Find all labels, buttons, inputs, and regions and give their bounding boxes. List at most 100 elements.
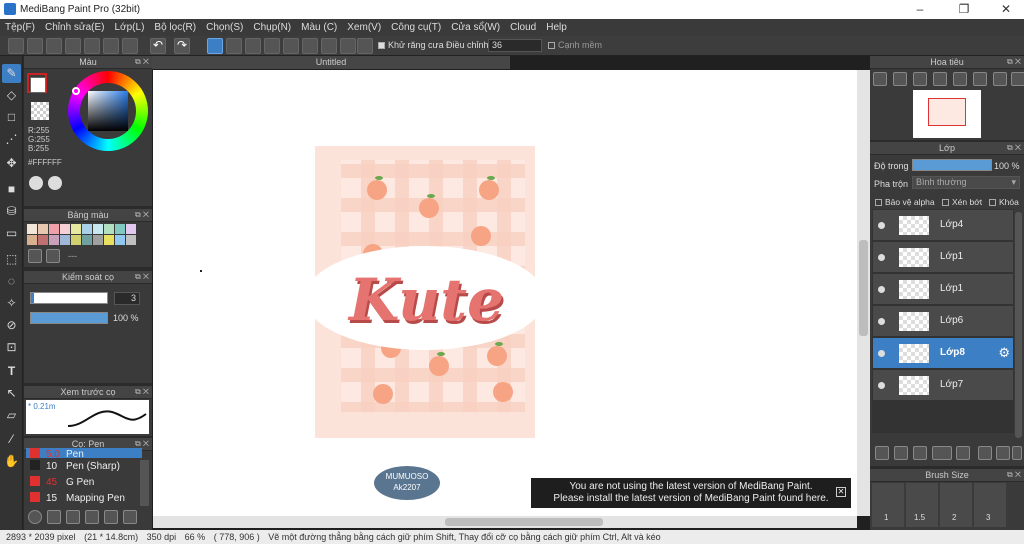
brush-list-scrollbar[interactable] bbox=[140, 460, 149, 506]
fill-shape-tool-icon[interactable]: ■ bbox=[2, 180, 21, 199]
color-swatch[interactable] bbox=[60, 235, 70, 245]
antialias-checkbox[interactable]: Khử răng cưa bbox=[378, 40, 444, 50]
color-swatch[interactable] bbox=[115, 235, 125, 245]
size-cell-2[interactable]: 2 bbox=[940, 483, 972, 527]
soft-edge-checkbox[interactable]: Cạnh mềm bbox=[548, 40, 602, 50]
fit-icon[interactable] bbox=[913, 72, 927, 86]
minimize-button[interactable]: – bbox=[902, 0, 938, 19]
menu-select[interactable]: Chọn(S) bbox=[201, 19, 248, 36]
menu-cloud[interactable]: Cloud bbox=[505, 19, 541, 36]
color-swatch[interactable] bbox=[71, 235, 81, 245]
notice-close-icon[interactable]: ✕ bbox=[836, 487, 846, 497]
eyedropper-tool-icon[interactable]: ⁄ bbox=[2, 430, 21, 449]
redo-icon[interactable]: ↷ bbox=[174, 38, 190, 54]
radial-snap-icon[interactable] bbox=[283, 38, 299, 54]
flip-icon[interactable] bbox=[993, 72, 1007, 86]
select-pen-tool-icon[interactable]: ⊘ bbox=[2, 316, 21, 335]
select-tool-icon[interactable]: ⬚ bbox=[2, 250, 21, 269]
delete-swatch-icon[interactable] bbox=[46, 249, 60, 263]
panel-close-icon[interactable]: ⧉ ✕ bbox=[135, 56, 149, 68]
blend-mode-select[interactable]: Bình thường ▾ bbox=[912, 176, 1020, 189]
brush-delete-icon[interactable] bbox=[123, 510, 137, 524]
brush-page-icon[interactable] bbox=[85, 510, 99, 524]
brush-tool-icon[interactable]: ✎ bbox=[2, 64, 21, 83]
parallel-snap-icon[interactable] bbox=[226, 38, 242, 54]
grid-snap-icon[interactable] bbox=[245, 38, 261, 54]
menu-window[interactable]: Cửa sổ(W) bbox=[446, 19, 505, 36]
color-swatch[interactable] bbox=[115, 224, 125, 234]
color-swatch[interactable] bbox=[104, 224, 114, 234]
menu-edit[interactable]: Chỉnh sửa(E) bbox=[40, 19, 110, 36]
layer-row[interactable]: Lớp1 bbox=[873, 274, 1013, 305]
delete-layer-icon[interactable] bbox=[1012, 446, 1022, 460]
circle-snap-icon[interactable] bbox=[302, 38, 318, 54]
saturation-value-square[interactable] bbox=[88, 91, 128, 131]
vertical-scroll-thumb[interactable] bbox=[859, 240, 868, 336]
share-icon[interactable] bbox=[27, 38, 43, 54]
select-eraser-tool-icon[interactable]: ⊡ bbox=[2, 338, 21, 357]
snap-off-icon[interactable] bbox=[207, 38, 223, 54]
divide-tool-icon[interactable]: ▱ bbox=[2, 406, 21, 425]
layer-list-scrollbar[interactable] bbox=[1015, 212, 1022, 438]
transparent-color-swatch[interactable] bbox=[31, 102, 49, 120]
bucket-tool-icon[interactable]: ⛁ bbox=[2, 202, 21, 221]
menu-layer[interactable]: Lớp(L) bbox=[110, 19, 150, 36]
brush-size-slider[interactable] bbox=[30, 292, 108, 304]
brush-export-icon[interactable] bbox=[66, 510, 80, 524]
panel-close-icon[interactable]: ⧉ ✕ bbox=[1007, 56, 1021, 68]
add-brush-icon[interactable] bbox=[28, 510, 42, 524]
color-swatch[interactable] bbox=[71, 224, 81, 234]
magic-wand-tool-icon[interactable]: ✧ bbox=[2, 294, 21, 313]
grid-panel-icon[interactable] bbox=[122, 38, 138, 54]
chat-icon[interactable] bbox=[65, 38, 81, 54]
color-swatch[interactable] bbox=[49, 235, 59, 245]
reset-view-icon[interactable] bbox=[1011, 72, 1024, 86]
layer-row[interactable]: Lớp4 bbox=[873, 210, 1013, 241]
actual-size-icon[interactable] bbox=[933, 72, 947, 86]
palette-icon[interactable] bbox=[29, 176, 43, 190]
layer-row[interactable]: Lớp6 bbox=[873, 306, 1013, 337]
size-cell-1[interactable]: 1 bbox=[872, 483, 904, 527]
color-swatch[interactable] bbox=[93, 235, 103, 245]
menu-help[interactable]: Help bbox=[541, 19, 572, 36]
operation-tool-icon[interactable]: ↖ bbox=[2, 384, 21, 403]
eye-icon[interactable] bbox=[878, 350, 885, 357]
brush-settings-icon[interactable] bbox=[47, 510, 61, 524]
brush-item-pen[interactable]: 5.0 Pen bbox=[26, 448, 142, 458]
zoom-in-icon[interactable] bbox=[873, 72, 887, 86]
menu-tools[interactable]: Công cụ(T) bbox=[386, 19, 446, 36]
gradient-tool-icon[interactable]: ▭ bbox=[2, 224, 21, 243]
adjust-input[interactable]: 36 bbox=[488, 39, 542, 52]
color-swatch[interactable] bbox=[126, 224, 136, 234]
protect-alpha-checkbox[interactable]: Bảo vệ alpha bbox=[875, 197, 935, 207]
rotate-right-icon[interactable] bbox=[973, 72, 987, 86]
color-picker-icon[interactable] bbox=[48, 176, 62, 190]
brush-item-mapping-pen[interactable]: 15 Mapping Pen bbox=[26, 491, 142, 506]
menu-snap[interactable]: Chụp(N) bbox=[248, 19, 296, 36]
size-cell-3[interactable]: 3 bbox=[974, 483, 1006, 527]
eye-icon[interactable] bbox=[878, 286, 885, 293]
layer-row[interactable]: Lớp1 bbox=[873, 242, 1013, 273]
new-swatch-icon[interactable] bbox=[28, 249, 42, 263]
eye-icon[interactable] bbox=[878, 382, 885, 389]
layer-settings-gear-icon[interactable]: ⚙ bbox=[998, 345, 1010, 361]
layer-options-icon[interactable] bbox=[932, 446, 952, 460]
color-swatch[interactable] bbox=[93, 224, 103, 234]
menu-filter[interactable]: Bộ lọc(R) bbox=[149, 19, 201, 36]
color-swatch[interactable] bbox=[82, 224, 92, 234]
color-swatch[interactable] bbox=[126, 235, 136, 245]
panel-close-icon[interactable]: ⧉ ✕ bbox=[135, 209, 149, 221]
color-swatch[interactable] bbox=[82, 235, 92, 245]
eraser-tool-icon[interactable]: ◇ bbox=[2, 86, 21, 105]
brush-size-input[interactable]: 3 bbox=[114, 292, 140, 305]
move-tool-icon[interactable]: ✥ bbox=[2, 154, 21, 173]
maximize-button[interactable]: ❐ bbox=[946, 0, 982, 19]
new-layer-icon[interactable] bbox=[875, 446, 889, 460]
vertical-scrollbar[interactable] bbox=[857, 70, 870, 516]
dot-tool-icon[interactable]: ⋰ bbox=[2, 130, 21, 149]
canvas-paper[interactable]: Kute MUMUOSO Ak2207 bbox=[153, 70, 857, 516]
brush-item-g-pen[interactable]: 45 G Pen bbox=[26, 475, 142, 490]
horizontal-scroll-thumb[interactable] bbox=[445, 518, 603, 526]
eye-icon[interactable] bbox=[878, 254, 885, 261]
cloud-icon[interactable] bbox=[8, 38, 24, 54]
